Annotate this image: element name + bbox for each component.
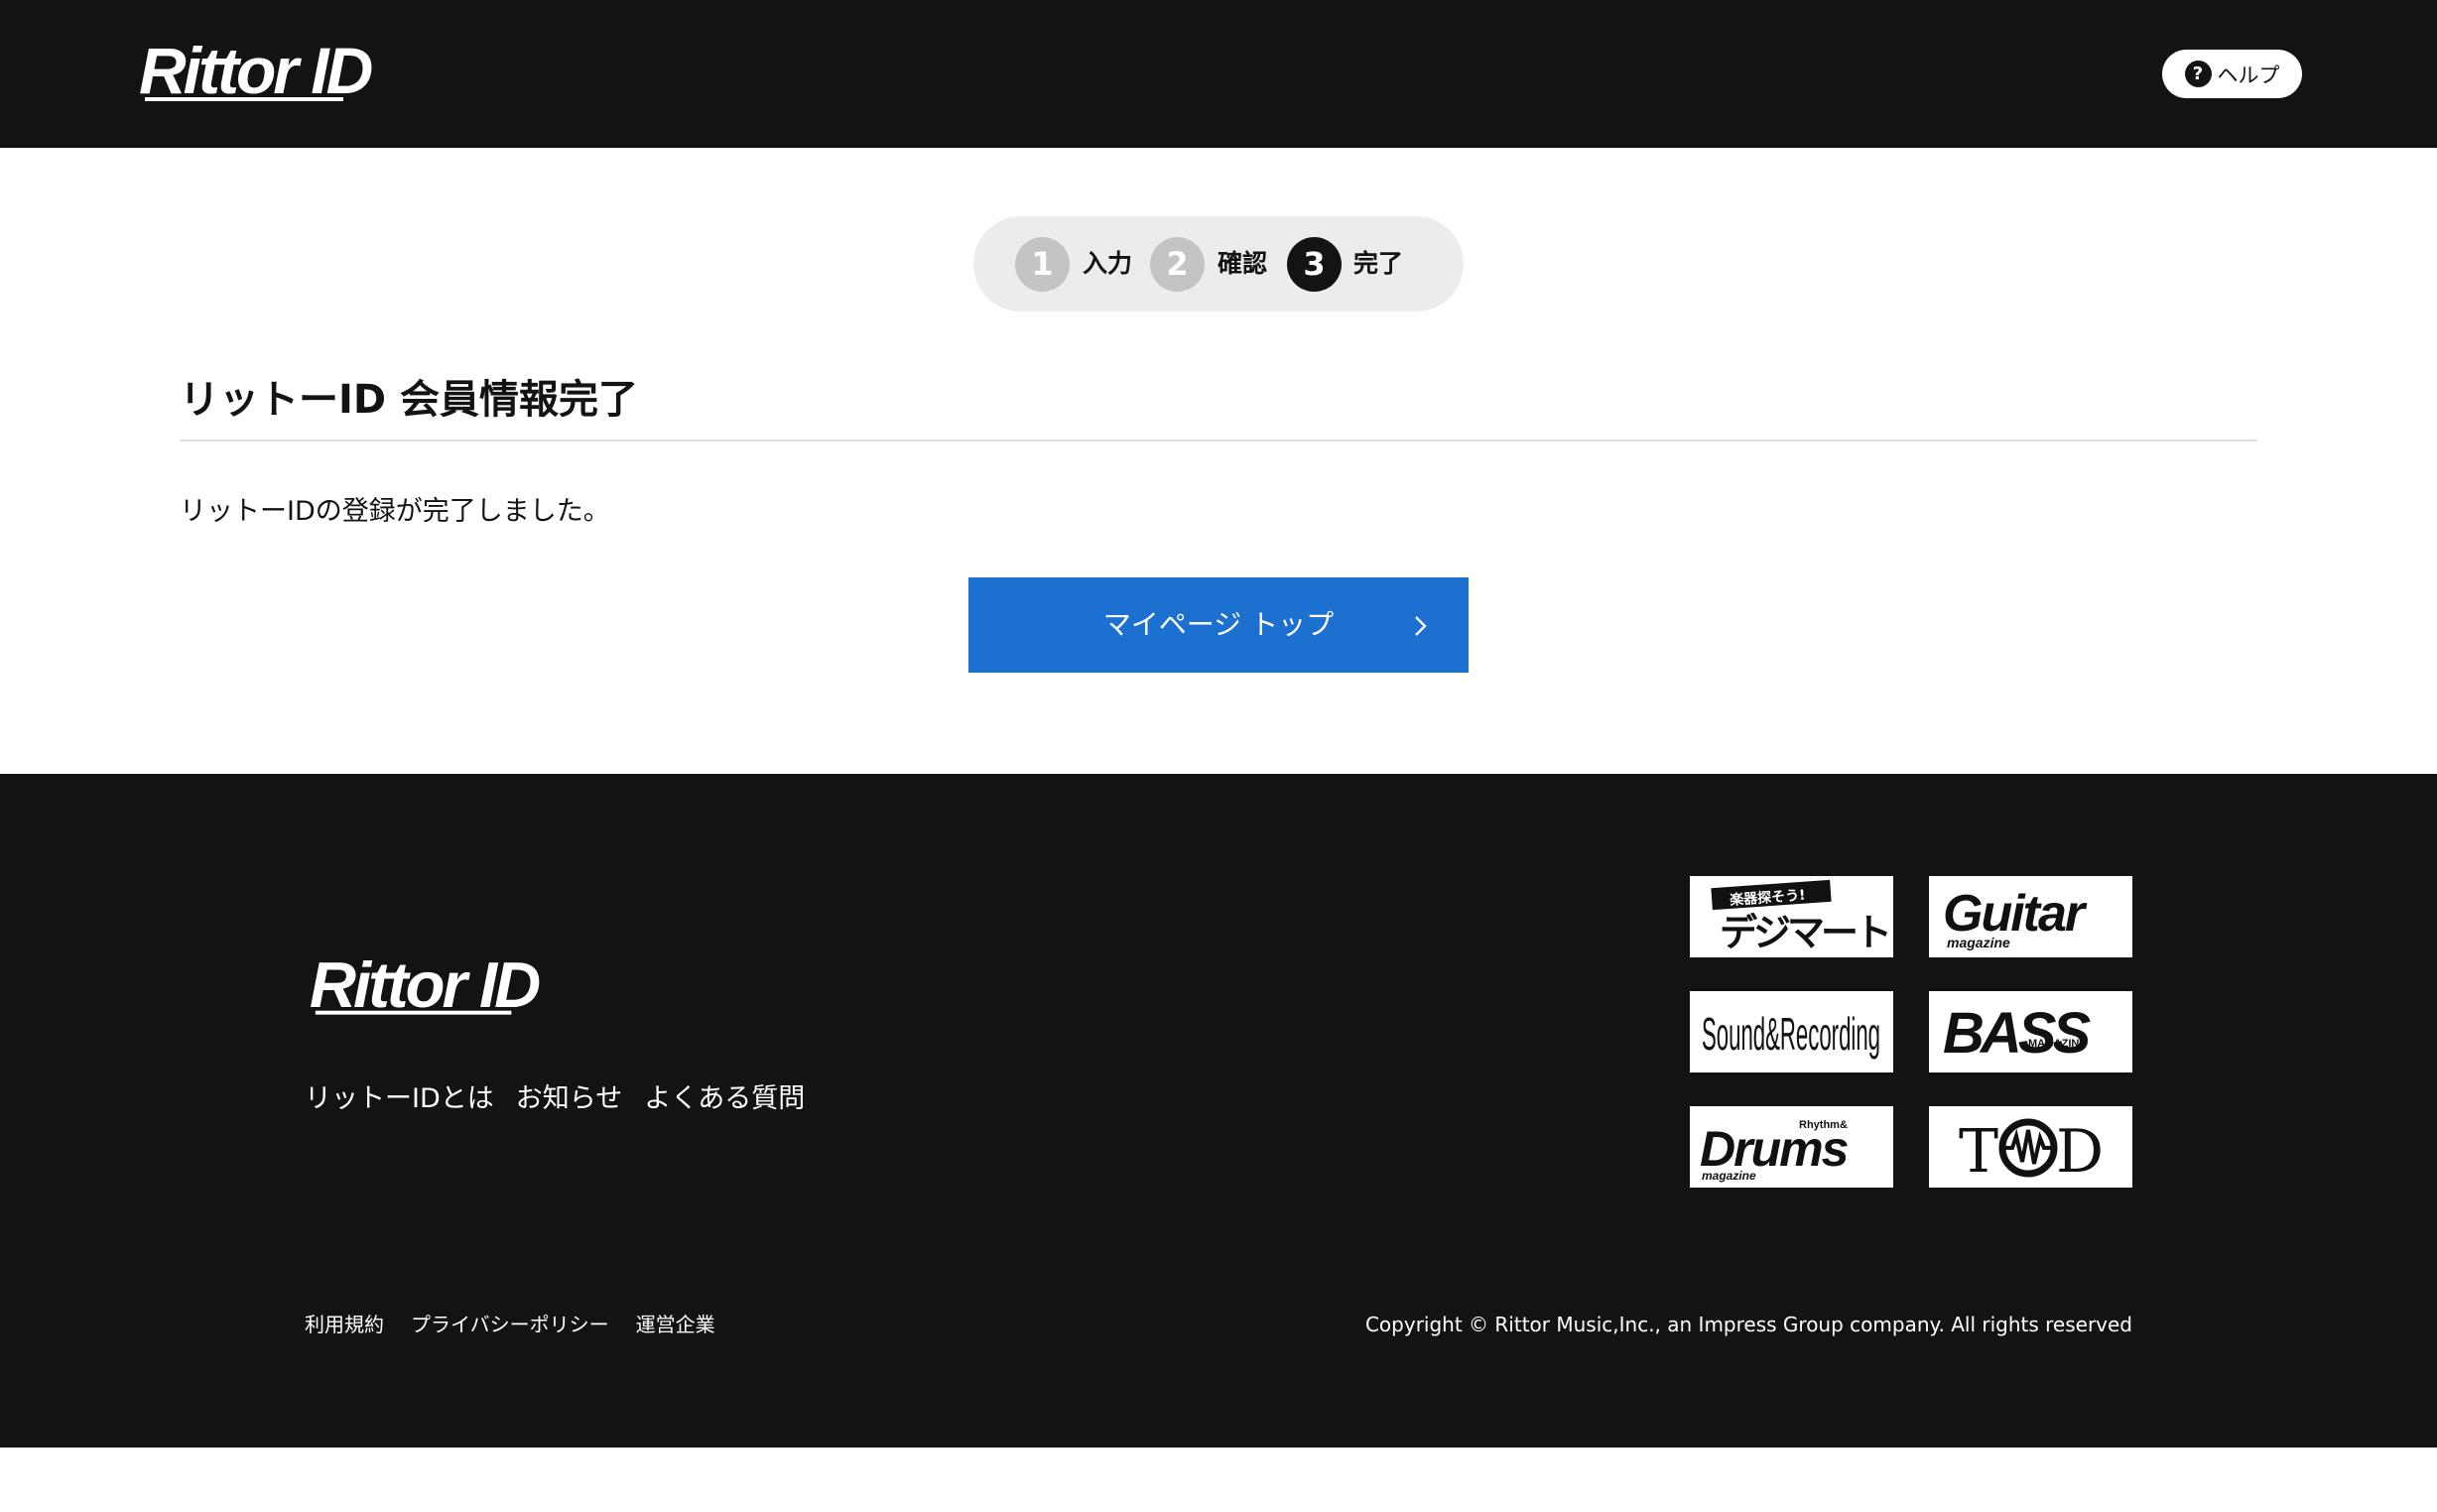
svg-text:BASS: BASS — [1943, 1001, 2091, 1066]
site-header: Rittor ID ? ヘルプ — [0, 0, 2437, 148]
help-label: ヘルプ — [2217, 63, 2280, 87]
title-divider — [180, 440, 2257, 441]
brand-tod-logo[interactable]: T D — [1929, 1106, 2132, 1188]
footer-link-faq[interactable]: よくある質問 — [644, 1079, 805, 1119]
svg-text:MAGAZINE: MAGAZINE — [2028, 1038, 2087, 1050]
mypage-top-button[interactable]: マイページ トップ — [968, 577, 1469, 673]
step-1-number: 1 — [1015, 237, 1070, 292]
svg-text:D: D — [2056, 1117, 2104, 1187]
svg-text:Sound&Recording: Sound&Recording — [1702, 1008, 1880, 1060]
svg-text:Rittor ID: Rittor ID — [139, 36, 372, 107]
svg-text:T: T — [1959, 1117, 1998, 1187]
brand-guitar-magazine-logo[interactable]: Guitar magazine — [1929, 876, 2132, 957]
step-3-number: 3 — [1287, 237, 1342, 292]
step-2-number: 2 — [1150, 237, 1205, 292]
step-3-label: 完了 — [1353, 249, 1404, 278]
footer-rittor-id-logo[interactable]: Rittor ID — [304, 949, 621, 1025]
mypage-top-label: マイページ トップ — [1102, 608, 1335, 641]
svg-text:magazine: magazine — [1702, 1169, 1756, 1183]
footer-link-terms[interactable]: 利用規約 — [305, 1310, 384, 1339]
site-footer: Rittor ID リットーIDとは お知らせ よくある質問 楽器探そう! デジ… — [0, 774, 2437, 1448]
copyright-text: Copyright © Rittor Music,Inc., an Impres… — [1364, 1313, 2132, 1336]
page-title: リットーID 会員情報完了 — [180, 377, 639, 423]
rittor-id-logo[interactable]: Rittor ID — [133, 36, 454, 111]
svg-text:Rittor ID: Rittor ID — [310, 949, 540, 1021]
svg-text:magazine: magazine — [1947, 935, 2010, 950]
help-button[interactable]: ? ヘルプ — [2162, 50, 2302, 98]
step-1-label: 入力 — [1083, 249, 1133, 278]
footer-nav: リットーIDとは お知らせ よくある質問 — [305, 1079, 805, 1119]
brand-drums-magazine-logo[interactable]: Rhythm& Drums magazine — [1690, 1106, 1893, 1188]
brand-digimart-logo[interactable]: 楽器探そう! デジマート — [1690, 876, 1893, 957]
question-icon: ? — [2184, 61, 2212, 87]
footer-link-privacy[interactable]: プライバシーポリシー — [411, 1310, 609, 1339]
brand-bass-magazine-logo[interactable]: BASS MAGAZINE — [1929, 991, 2132, 1072]
step-2-label: 確認 — [1218, 249, 1268, 278]
footer-link-company[interactable]: 運営企業 — [636, 1310, 715, 1339]
footer-link-news[interactable]: お知らせ — [516, 1079, 622, 1119]
footer-link-about[interactable]: リットーIDとは — [305, 1079, 494, 1119]
svg-text:デジマート: デジマート — [1720, 911, 1888, 954]
completion-message: リットーIDの登録が完了しました。 — [180, 496, 610, 527]
chevron-right-icon — [1415, 616, 1427, 636]
brand-sound-recording-logo[interactable]: Sound&Recording — [1690, 991, 1893, 1072]
legal-nav: 利用規約 プライバシーポリシー 運営企業 — [305, 1310, 715, 1339]
progress-stepper: 1 入力 2 確認 3 完了 — [973, 216, 1464, 312]
